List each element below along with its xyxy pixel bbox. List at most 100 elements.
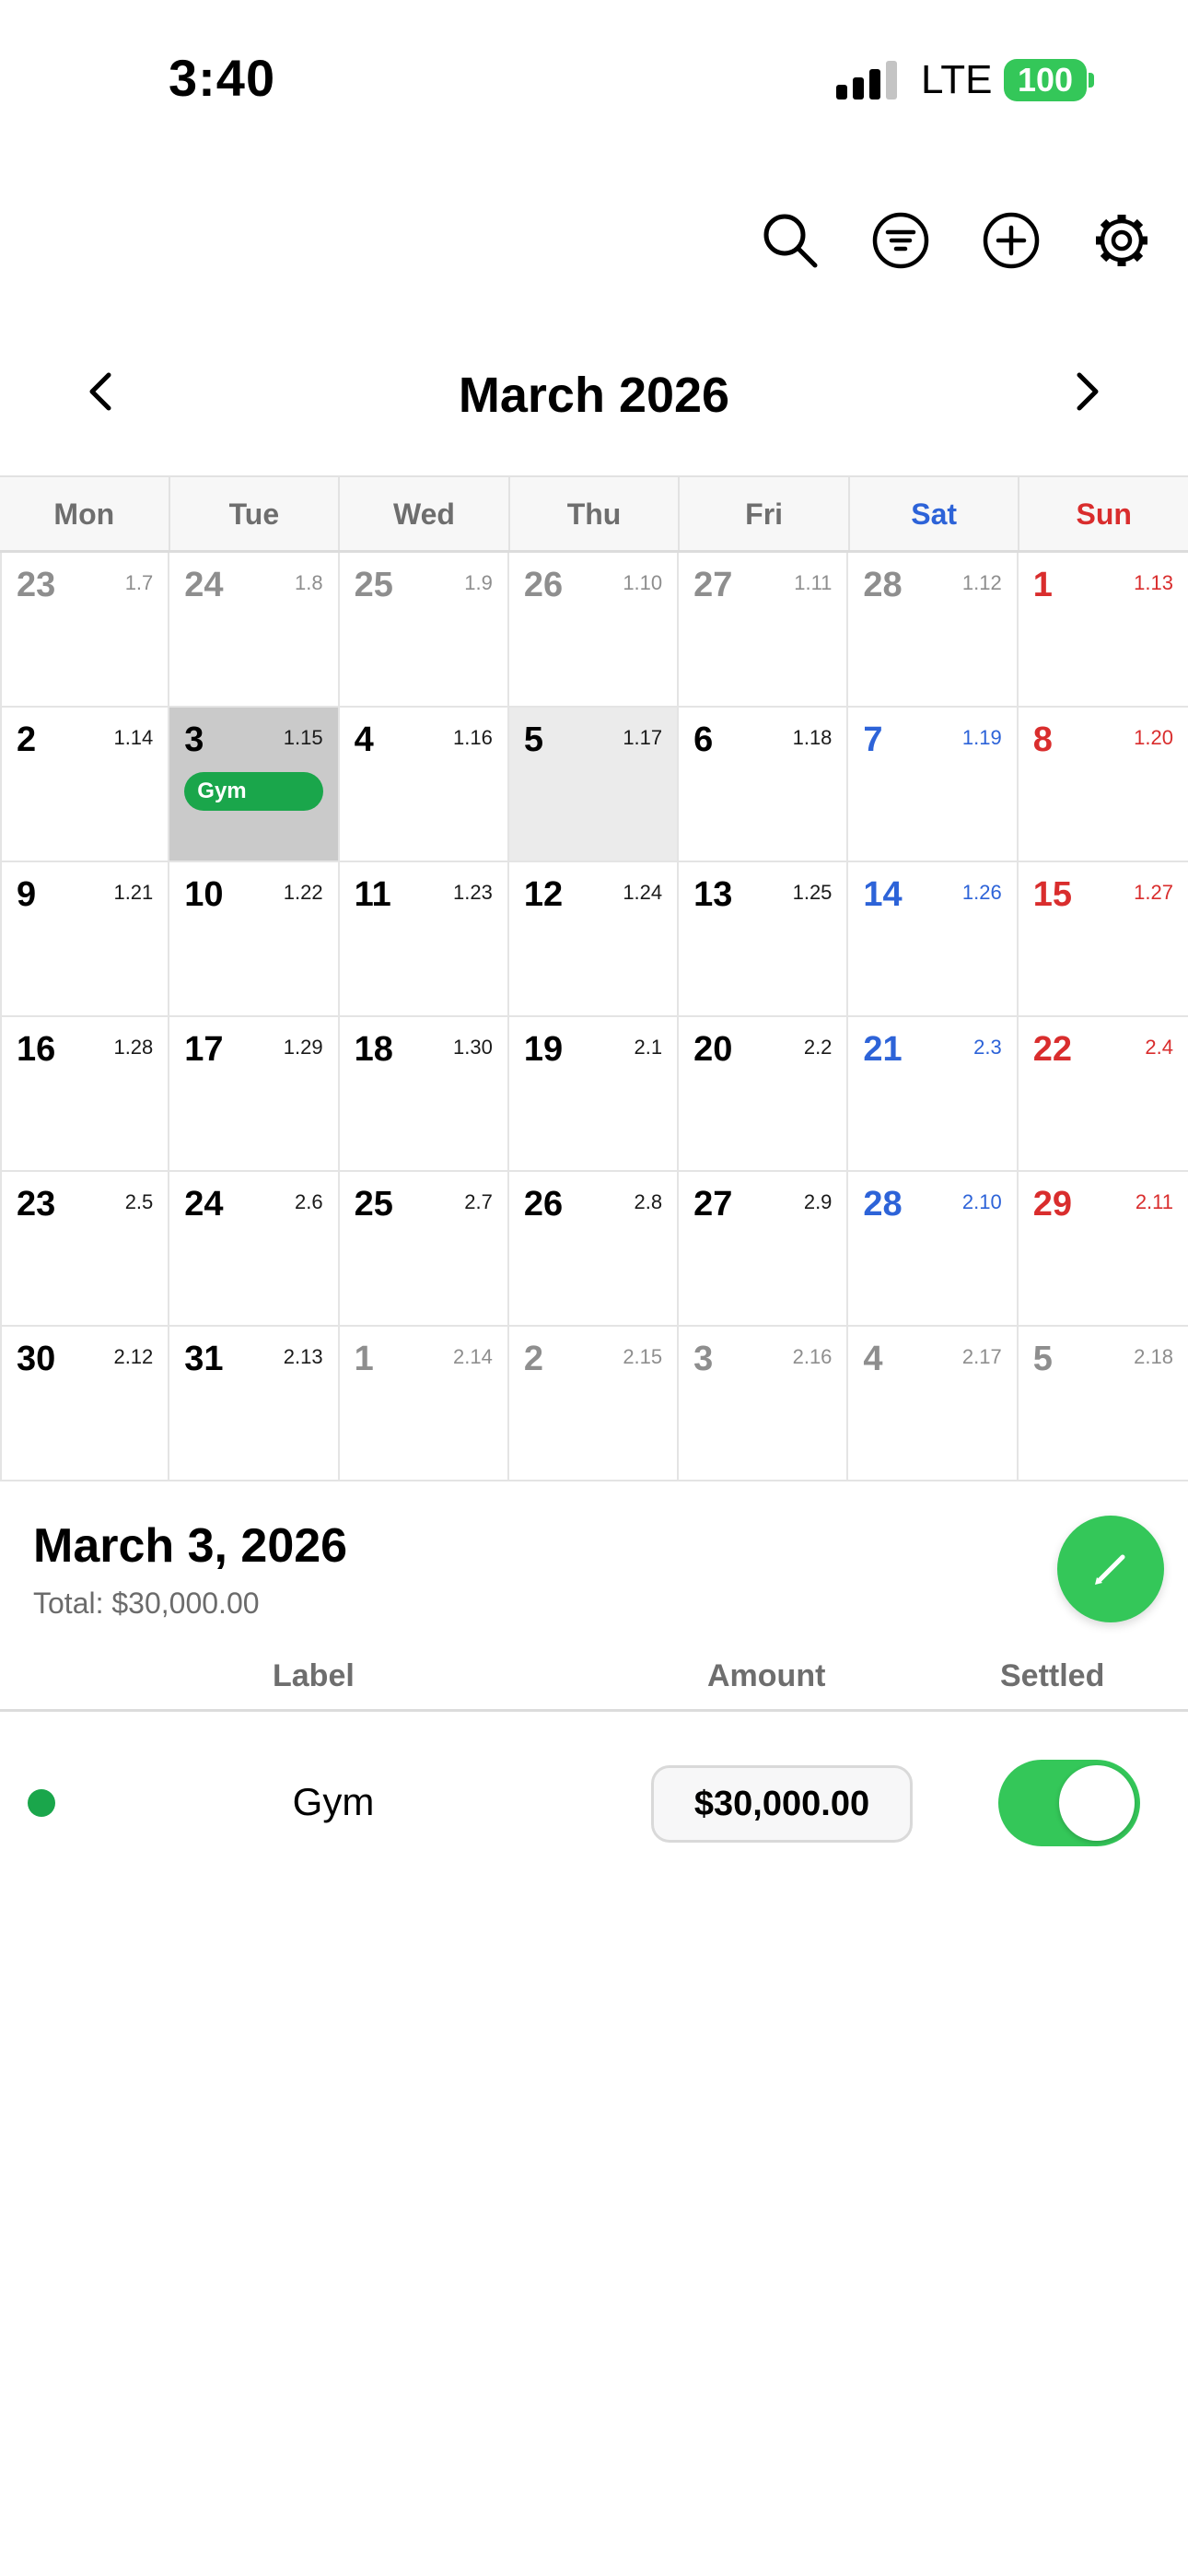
calendar-day-cell[interactable]: 5 1.17	[508, 708, 680, 862]
calendar-day-cell[interactable]: 25 2.7	[339, 1172, 509, 1327]
day-number: 23	[17, 1185, 56, 1224]
calendar-day-cell[interactable]: 24 1.8	[169, 553, 340, 708]
calendar-day-cell[interactable]: 14 1.26	[848, 862, 1019, 1017]
day-number: 4	[354, 720, 374, 759]
calendar-day-cell[interactable]: 25 1.9	[339, 553, 509, 708]
day-number: 27	[693, 566, 733, 604]
calendar-day-cell[interactable]: 17 1.29	[169, 1017, 340, 1172]
status-bar: 3:40 LTE 100	[0, 0, 1188, 161]
month-title: March 2026	[458, 368, 730, 423]
day-number: 26	[523, 566, 564, 604]
lunar-date: 1.15	[283, 726, 323, 749]
weekday-tue: Tue	[170, 477, 341, 550]
calendar-day-cell[interactable]: 22 2.4	[1018, 1017, 1188, 1172]
filter-icon[interactable]	[870, 210, 931, 271]
lunar-date: 2.1	[634, 1036, 663, 1059]
calendar-day-cell[interactable]: 3 2.16	[679, 1327, 849, 1481]
calendar-day-cell[interactable]: 16 1.28	[0, 1017, 170, 1172]
status-time: 3:40	[169, 49, 276, 107]
event-pill[interactable]: Gym	[184, 772, 323, 811]
weekday-sat: Sat	[850, 477, 1020, 550]
entry-color-dot	[28, 1789, 55, 1817]
calendar-day-cell[interactable]: 1 1.13	[1018, 553, 1188, 708]
lunar-date: 1.18	[792, 726, 833, 749]
calendar-day-cell[interactable]: 8 1.20	[1018, 708, 1188, 862]
day-number: 21	[863, 1030, 903, 1069]
calendar-day-cell[interactable]: 11 1.23	[339, 862, 509, 1017]
calendar-day-cell[interactable]: 1 2.14	[339, 1327, 509, 1481]
settled-toggle[interactable]	[998, 1760, 1140, 1846]
calendar-day-cell[interactable]: 18 1.30	[339, 1017, 509, 1172]
toggle-knob	[1059, 1765, 1135, 1841]
day-number: 3	[693, 1340, 714, 1378]
lunar-date: 1.27	[1134, 881, 1173, 904]
next-month-icon[interactable]	[1059, 364, 1114, 419]
calendar-day-cell[interactable]: 27 2.9	[679, 1172, 849, 1327]
calendar-grid: 23 1.7 24 1.8 25 1.9 26 1.10 27 1.11 28 1.12 1 1.13 2 1…	[0, 553, 1188, 1481]
day-number: 10	[184, 875, 224, 914]
lunar-date: 1.16	[453, 726, 493, 749]
lunar-date: 2.9	[803, 1190, 833, 1213]
calendar-day-cell[interactable]: 26 1.10	[508, 553, 680, 708]
add-icon[interactable]	[981, 210, 1042, 271]
lunar-date: 1.24	[623, 881, 663, 904]
weekday-thu: Thu	[510, 477, 681, 550]
calendar-day-cell[interactable]: 21 2.3	[848, 1017, 1019, 1172]
column-header-label: Label	[273, 1658, 355, 1693]
lunar-date: 1.30	[453, 1036, 493, 1059]
lunar-date: 2.17	[961, 1345, 1002, 1368]
lunar-date: 1.10	[623, 571, 663, 594]
day-number: 31	[184, 1340, 224, 1378]
calendar-day-cell[interactable]: 12 1.24	[508, 862, 680, 1017]
calendar-day-cell[interactable]: 15 1.27	[1018, 862, 1188, 1017]
header-divider	[0, 1709, 1188, 1712]
lunar-date: 2.10	[961, 1190, 1002, 1213]
day-number: 25	[354, 1185, 393, 1224]
calendar-day-cell[interactable]: 28 2.10	[848, 1172, 1019, 1327]
day-number: 22	[1032, 1030, 1072, 1069]
calendar-day-cell[interactable]: 20 2.2	[679, 1017, 849, 1172]
weekday-mon: Mon	[0, 477, 170, 550]
lunar-date: 1.12	[961, 571, 1002, 594]
column-header-settled: Settled	[1000, 1658, 1105, 1693]
calendar-day-cell[interactable]: 23 1.7	[0, 553, 170, 708]
day-number: 24	[184, 1185, 224, 1224]
lunar-date: 2.16	[792, 1345, 833, 1368]
calendar-day-cell[interactable]: 2 2.15	[508, 1327, 680, 1481]
calendar-day-cell[interactable]: 5 2.18	[1018, 1327, 1188, 1481]
calendar-day-cell[interactable]: 24 2.6	[169, 1172, 340, 1327]
calendar-day-cell[interactable]: 3 1.15 Gym	[169, 708, 340, 862]
lunar-date: 2.3	[973, 1036, 1002, 1059]
lunar-date: 2.11	[1135, 1190, 1173, 1213]
calendar-day-cell[interactable]: 26 2.8	[508, 1172, 680, 1327]
day-number: 28	[863, 566, 903, 604]
edit-button[interactable]	[1057, 1516, 1164, 1622]
day-number: 17	[184, 1030, 224, 1069]
day-number: 29	[1032, 1185, 1072, 1224]
day-number: 13	[693, 875, 733, 914]
calendar-day-cell[interactable]: 23 2.5	[0, 1172, 170, 1327]
column-header-amount: Amount	[707, 1658, 826, 1693]
calendar-day-cell[interactable]: 28 1.12	[848, 553, 1019, 708]
calendar-day-cell[interactable]: 9 1.21	[0, 862, 170, 1017]
calendar-day-cell[interactable]: 2 1.14	[0, 708, 170, 862]
calendar-day-cell[interactable]: 29 2.11	[1018, 1172, 1188, 1327]
calendar-day-cell[interactable]: 7 1.19	[848, 708, 1019, 862]
calendar-day-cell[interactable]: 13 1.25	[679, 862, 849, 1017]
calendar-day-cell[interactable]: 31 2.13	[169, 1327, 340, 1481]
lunar-date: 1.13	[1134, 571, 1173, 594]
day-number: 5	[1032, 1340, 1053, 1378]
calendar-day-cell[interactable]: 6 1.18	[679, 708, 849, 862]
calendar-day-cell[interactable]: 4 2.17	[848, 1327, 1019, 1481]
calendar-day-cell[interactable]: 19 2.1	[508, 1017, 680, 1172]
search-icon[interactable]	[760, 210, 821, 271]
gear-icon[interactable]	[1091, 210, 1152, 271]
day-number: 25	[354, 566, 393, 604]
calendar-day-cell[interactable]: 27 1.11	[679, 553, 849, 708]
calendar-day-cell[interactable]: 4 1.16	[339, 708, 509, 862]
calendar-day-cell[interactable]: 30 2.12	[0, 1327, 170, 1481]
calendar-day-cell[interactable]: 10 1.22	[169, 862, 340, 1017]
entry-amount-field[interactable]: $30,000.00	[651, 1765, 913, 1843]
day-number: 2	[523, 1340, 543, 1378]
lunar-date: 2.13	[283, 1345, 323, 1368]
